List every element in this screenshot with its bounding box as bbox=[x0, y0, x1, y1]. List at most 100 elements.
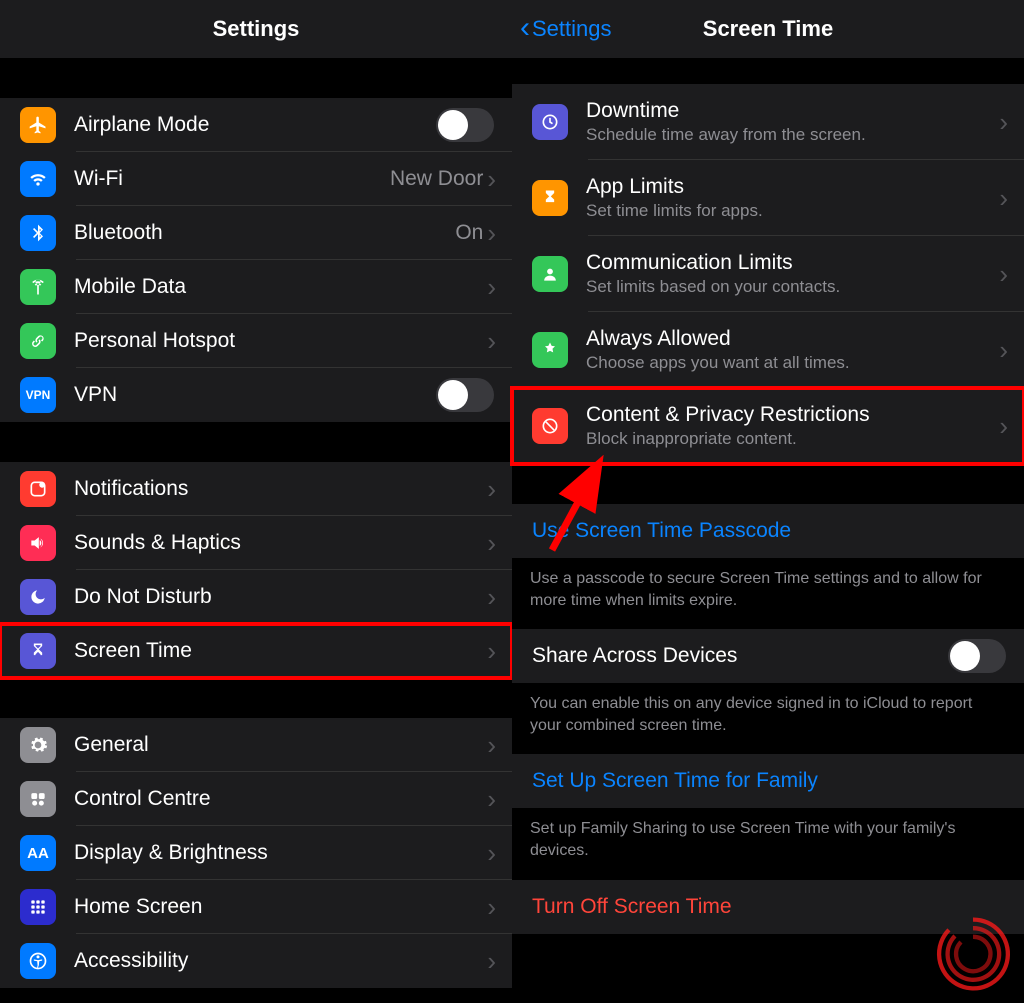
row-screen-time[interactable]: Screen Time › bbox=[0, 624, 512, 678]
label: Personal Hotspot bbox=[74, 329, 479, 353]
label: Do Not Disturb bbox=[74, 585, 479, 609]
row-share[interactable]: Share Across Devices bbox=[512, 629, 1024, 683]
no-entry-icon bbox=[532, 408, 568, 444]
sublabel: Block inappropriate content. bbox=[586, 429, 991, 449]
label: Sounds & Haptics bbox=[74, 531, 479, 555]
wifi-icon bbox=[20, 161, 56, 197]
chevron-icon: › bbox=[487, 528, 512, 559]
page-title: Screen Time bbox=[703, 16, 833, 42]
sublabel: Set limits based on your contacts. bbox=[586, 277, 991, 297]
chevron-icon: › bbox=[999, 259, 1024, 290]
chevron-icon: › bbox=[487, 164, 512, 195]
bluetooth-icon bbox=[20, 215, 56, 251]
page-title: Settings bbox=[213, 16, 300, 42]
airplane-icon bbox=[20, 107, 56, 143]
back-label: Settings bbox=[532, 16, 612, 42]
group-connectivity: Airplane Mode Wi-Fi New Door › Bluetooth… bbox=[0, 98, 512, 422]
label: Mobile Data bbox=[74, 275, 479, 299]
moon-icon bbox=[20, 579, 56, 615]
chevron-icon: › bbox=[487, 582, 512, 613]
share-footer: You can enable this on any device signed… bbox=[512, 683, 1024, 754]
checkmark-icon bbox=[532, 332, 568, 368]
watermark-logo bbox=[930, 911, 1016, 997]
row-bluetooth[interactable]: Bluetooth On › bbox=[0, 206, 512, 260]
label: Wi-Fi bbox=[74, 167, 382, 191]
label: Control Centre bbox=[74, 787, 479, 811]
row-comm-limits[interactable]: Communication LimitsSet limits based on … bbox=[512, 236, 1024, 312]
chevron-icon: › bbox=[999, 335, 1024, 366]
row-general[interactable]: General › bbox=[0, 718, 512, 772]
chevron-icon: › bbox=[487, 730, 512, 761]
label: Content & Privacy Restrictions bbox=[586, 403, 991, 427]
clock-icon bbox=[532, 104, 568, 140]
annotation-arrow bbox=[542, 455, 612, 555]
row-accessibility[interactable]: Accessibility › bbox=[0, 934, 512, 988]
sublabel: Set time limits for apps. bbox=[586, 201, 991, 221]
chevron-icon: › bbox=[999, 183, 1024, 214]
person-icon bbox=[532, 256, 568, 292]
row-control-centre[interactable]: Control Centre › bbox=[0, 772, 512, 826]
row-always-allowed[interactable]: Always AllowedChoose apps you want at al… bbox=[512, 312, 1024, 388]
label: Screen Time bbox=[74, 639, 479, 663]
row-wifi[interactable]: Wi-Fi New Door › bbox=[0, 152, 512, 206]
hourglass-icon bbox=[532, 180, 568, 216]
group-system: General › Control Centre › AA Display & … bbox=[0, 718, 512, 988]
row-mobile-data[interactable]: Mobile Data › bbox=[0, 260, 512, 314]
label: Display & Brightness bbox=[74, 841, 479, 865]
family-footer: Set up Family Sharing to use Screen Time… bbox=[512, 808, 1024, 879]
row-vpn[interactable]: VPN VPN bbox=[0, 368, 512, 422]
label: Always Allowed bbox=[586, 327, 991, 351]
chevron-icon: › bbox=[487, 218, 512, 249]
navbar-left: Settings bbox=[0, 0, 512, 58]
row-dnd[interactable]: Do Not Disturb › bbox=[0, 570, 512, 624]
chevron-icon: › bbox=[487, 272, 512, 303]
label: Airplane Mode bbox=[74, 113, 428, 137]
chevron-left-icon: ‹ bbox=[520, 13, 530, 43]
settings-pane: Settings Airplane Mode Wi-Fi New Door › … bbox=[0, 0, 512, 1003]
gear-icon bbox=[20, 727, 56, 763]
sliders-icon bbox=[20, 781, 56, 817]
notifications-icon bbox=[20, 471, 56, 507]
sublabel: Choose apps you want at all times. bbox=[586, 353, 991, 373]
group-family: Set Up Screen Time for Family bbox=[512, 754, 1024, 808]
sublabel: Schedule time away from the screen. bbox=[586, 125, 991, 145]
chevron-icon: › bbox=[487, 892, 512, 923]
label: General bbox=[74, 733, 479, 757]
hourglass-icon bbox=[20, 633, 56, 669]
row-display[interactable]: AA Display & Brightness › bbox=[0, 826, 512, 880]
row-app-limits[interactable]: App LimitsSet time limits for apps. › bbox=[512, 160, 1024, 236]
vpn-toggle[interactable] bbox=[436, 378, 494, 412]
passcode-footer: Use a passcode to secure Screen Time set… bbox=[512, 558, 1024, 629]
row-home-screen[interactable]: Home Screen › bbox=[0, 880, 512, 934]
chevron-icon: › bbox=[999, 411, 1024, 442]
chevron-icon: › bbox=[487, 636, 512, 667]
display-icon: AA bbox=[20, 835, 56, 871]
row-family[interactable]: Set Up Screen Time for Family bbox=[512, 754, 1024, 808]
share-toggle[interactable] bbox=[948, 639, 1006, 673]
chevron-icon: › bbox=[487, 784, 512, 815]
label: App Limits bbox=[586, 175, 991, 199]
label: Downtime bbox=[586, 99, 991, 123]
row-hotspot[interactable]: Personal Hotspot › bbox=[0, 314, 512, 368]
group-alerts: Notifications › Sounds & Haptics › Do No… bbox=[0, 462, 512, 678]
chevron-icon: › bbox=[487, 474, 512, 505]
row-airplane[interactable]: Airplane Mode bbox=[0, 98, 512, 152]
wifi-value: New Door bbox=[390, 167, 483, 191]
label: Bluetooth bbox=[74, 221, 447, 245]
label: Accessibility bbox=[74, 949, 479, 973]
chevron-icon: › bbox=[487, 326, 512, 357]
row-sounds[interactable]: Sounds & Haptics › bbox=[0, 516, 512, 570]
label: VPN bbox=[74, 383, 428, 407]
row-notifications[interactable]: Notifications › bbox=[0, 462, 512, 516]
group-share: Share Across Devices bbox=[512, 629, 1024, 683]
antenna-icon bbox=[20, 269, 56, 305]
row-content-restrictions[interactable]: Content & Privacy RestrictionsBlock inap… bbox=[512, 388, 1024, 464]
back-button[interactable]: ‹ Settings bbox=[520, 0, 612, 58]
row-downtime[interactable]: DowntimeSchedule time away from the scre… bbox=[512, 84, 1024, 160]
speaker-icon bbox=[20, 525, 56, 561]
label: Home Screen bbox=[74, 895, 479, 919]
airplane-toggle[interactable] bbox=[436, 108, 494, 142]
grid-icon bbox=[20, 889, 56, 925]
bluetooth-value: On bbox=[455, 221, 483, 245]
chevron-icon: › bbox=[487, 838, 512, 869]
